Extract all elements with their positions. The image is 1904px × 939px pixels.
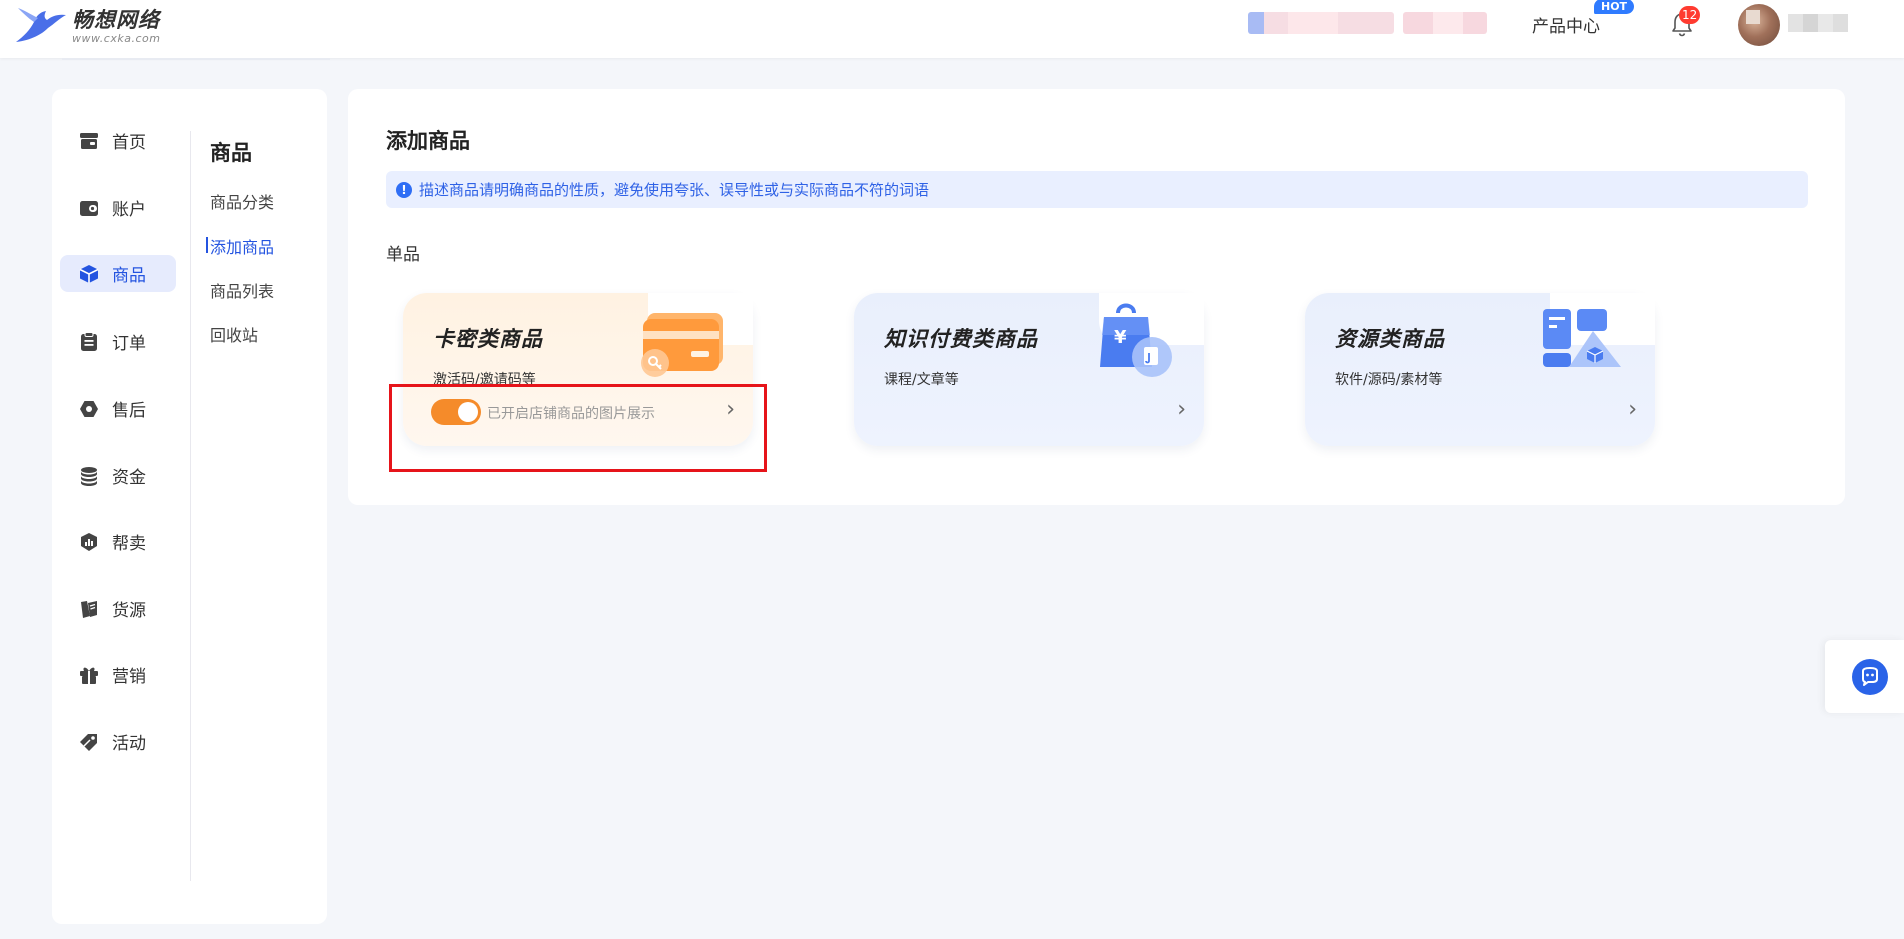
notice-banner: ! 描述商品请明确商品的性质，避免使用夸张、误导性或与实际商品不符的词语 <box>386 171 1808 208</box>
sidebar-item-label: 帮卖 <box>112 534 146 554</box>
avatar[interactable] <box>1738 4 1780 46</box>
coins-icon <box>78 465 100 487</box>
card-title: 知识付费类商品 <box>884 327 1038 351</box>
brand-logo[interactable]: 畅想网络 www.cxka.com <box>14 6 160 46</box>
sidebar-item-products[interactable]: 商品 <box>60 255 176 292</box>
product-center-link[interactable]: 产品中心 <box>1532 12 1600 37</box>
card-key-product[interactable]: 卡密类商品 激活码/邀请码等 已开启店铺商品的图片展示 › <box>403 293 753 446</box>
info-icon: ! <box>396 181 412 198</box>
chart-shield-icon <box>78 531 100 553</box>
sidebar-item-activities[interactable]: 活动 <box>60 723 176 760</box>
sidebar-item-sources[interactable]: 货源 <box>60 590 176 627</box>
image-display-toggle[interactable] <box>431 399 481 425</box>
submenu-item-add-product[interactable]: 添加商品 <box>205 234 274 258</box>
customer-service-widget[interactable] <box>1825 640 1904 713</box>
notice-text: 描述商品请明确商品的性质，避免使用夸张、误导性或与实际商品不符的词语 <box>419 181 930 199</box>
sidebar-item-label: 资金 <box>112 468 146 488</box>
card-knowledge-product[interactable]: 知识付费类商品 课程/文章等 › ¥ <box>854 293 1204 446</box>
clipboard-icon <box>78 331 100 353</box>
hot-badge: HOT <box>1594 0 1635 14</box>
sidebar-item-label: 售后 <box>112 401 146 421</box>
blurred-username <box>1788 14 1848 32</box>
sidebar-item-label: 活动 <box>112 734 146 754</box>
card-title: 资源类商品 <box>1335 327 1445 351</box>
sidebar-item-funds[interactable]: 资金 <box>60 457 176 494</box>
sidebar-item-label: 订单 <box>112 334 146 354</box>
notification-count-badge: 12 <box>1679 6 1701 24</box>
book-icon <box>78 598 100 620</box>
cube-icon <box>78 263 100 285</box>
sidebar-item-marketing[interactable]: 营销 <box>60 656 176 693</box>
resource-blocks-icon <box>1543 309 1621 367</box>
blurred-shop-tag <box>1403 12 1487 34</box>
sidebar-item-label: 首页 <box>112 133 146 153</box>
sidebar-item-account[interactable]: 账户 <box>60 189 176 226</box>
main-content: 添加商品 ! 描述商品请明确商品的性质，避免使用夸张、误导性或与实际商品不符的词… <box>348 89 1845 505</box>
sidebar-item-label: 账户 <box>112 200 146 220</box>
sidebar: 首页 账户 商品 订单 售后 资金 帮卖 货源 营销 活动 商品 商品分类 添加… <box>52 89 327 924</box>
submenu-item-recycle-bin[interactable]: 回收站 <box>210 322 258 346</box>
page-title: 添加商品 <box>386 129 470 153</box>
svg-text:¥: ¥ <box>1114 327 1127 348</box>
sidebar-item-help-sell[interactable]: 帮卖 <box>60 523 176 560</box>
card-subtitle: 激活码/邀请码等 <box>433 372 536 388</box>
chevron-right-icon: › <box>1628 397 1637 422</box>
gift-icon <box>78 664 100 686</box>
sidebar-item-orders[interactable]: 订单 <box>60 323 176 360</box>
card-title: 卡密类商品 <box>433 327 543 351</box>
sidebar-item-label: 货源 <box>112 601 146 621</box>
blurred-shop-name <box>1248 12 1394 34</box>
toggle-label: 已开启店铺商品的图片展示 <box>487 406 655 422</box>
sidebar-item-label: 营销 <box>112 667 146 687</box>
sidebar-item-home[interactable]: 首页 <box>60 122 176 159</box>
submenu-item-product-list[interactable]: 商品列表 <box>210 278 274 302</box>
section-label: 单品 <box>386 245 420 265</box>
card-subtitle: 课程/文章等 <box>884 372 959 388</box>
card-resource-product[interactable]: 资源类商品 软件/源码/素材等 › <box>1305 293 1655 446</box>
header-divider <box>62 58 330 60</box>
wallet-icon <box>78 197 100 219</box>
bird-logo-icon <box>16 8 66 42</box>
card-key-illustration-icon <box>641 313 723 377</box>
submenu-item-categories[interactable]: 商品分类 <box>210 189 274 213</box>
sidebar-item-label: 商品 <box>112 266 146 286</box>
shopping-bag-icon: ¥ <box>1100 303 1172 377</box>
brand-name: 畅想网络 <box>72 7 160 32</box>
sidebar-item-after-sales[interactable]: 售后 <box>60 390 176 427</box>
chevron-right-icon: › <box>1177 397 1186 422</box>
card-subtitle: 软件/源码/素材等 <box>1335 372 1443 388</box>
chevron-right-icon: › <box>726 397 735 422</box>
tag-icon <box>78 731 100 753</box>
submenu-title: 商品 <box>210 141 252 165</box>
hexagon-icon <box>78 398 100 420</box>
store-icon <box>78 130 100 152</box>
brand-url: www.cxka.com <box>72 31 161 45</box>
chat-bubble-icon[interactable] <box>1852 659 1888 695</box>
top-header: 畅想网络 www.cxka.com 产品中心 HOT 12 <box>0 0 1904 58</box>
sidebar-divider <box>190 131 191 881</box>
